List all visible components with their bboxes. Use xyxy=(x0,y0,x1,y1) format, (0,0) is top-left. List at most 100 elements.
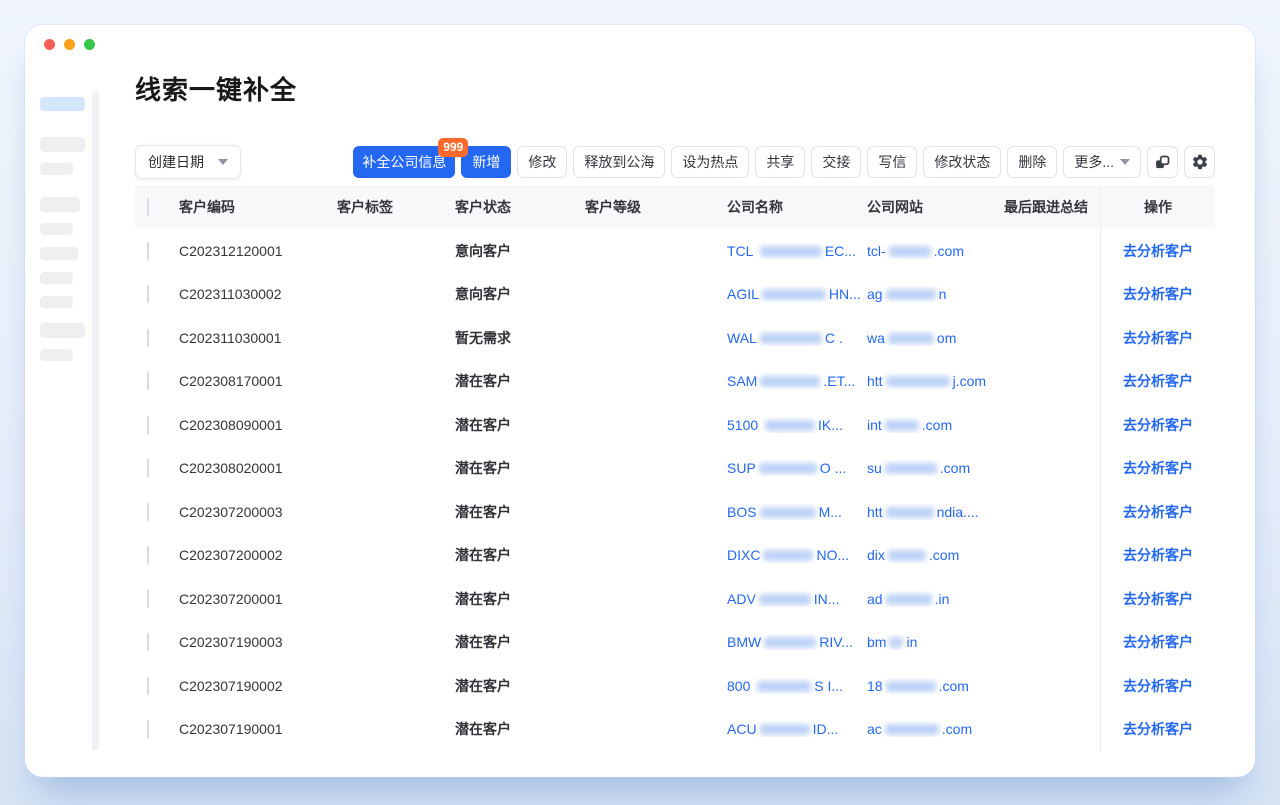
redacted-text xyxy=(888,550,926,561)
customer-code: C202308090001 xyxy=(179,417,337,433)
sidebar-item-skeleton[interactable] xyxy=(40,223,73,235)
row-checkbox[interactable] xyxy=(147,329,149,347)
company-website-link[interactable]: waom xyxy=(867,330,1004,346)
analyze-customer-link[interactable]: 去分析客户 xyxy=(1123,328,1193,348)
redacted-text xyxy=(763,550,813,561)
main-content: 线索一键补全 创建日期 补全公司信息 999 新增 修改释放到公海设为热点共享交… xyxy=(135,70,1215,751)
company-website-link[interactable]: agn xyxy=(867,286,1004,302)
company-website-link[interactable]: 18.com xyxy=(867,678,1004,694)
header-customer-code: 客户编码 xyxy=(179,197,337,217)
swap-view-button[interactable] xyxy=(1147,146,1178,178)
close-window-button[interactable] xyxy=(44,39,55,50)
company-name-link[interactable]: SAM.ET... xyxy=(727,373,867,389)
toolbar-button[interactable]: 交接 xyxy=(811,146,861,178)
chevron-down-icon xyxy=(1120,159,1130,165)
row-checkbox[interactable] xyxy=(147,372,149,390)
table-row: C202307190001 潜在客户 ACUID... ac.com 去分析客户 xyxy=(135,708,1215,752)
company-name-link[interactable]: TCL EC... xyxy=(727,243,867,259)
analyze-customer-link[interactable]: 去分析客户 xyxy=(1123,502,1193,522)
row-checkbox[interactable] xyxy=(147,590,149,608)
toolbar-button[interactable]: 释放到公海 xyxy=(573,146,665,178)
customer-status: 潜在客户 xyxy=(455,719,585,739)
header-actions: 操作 xyxy=(1100,185,1215,229)
row-checkbox[interactable] xyxy=(147,285,149,303)
sidebar-item-skeleton[interactable] xyxy=(40,296,73,308)
row-checkbox[interactable] xyxy=(147,720,149,738)
company-name-link[interactable]: ACUID... xyxy=(727,721,867,737)
toolbar-button[interactable]: 共享 xyxy=(755,146,805,178)
analyze-customer-link[interactable]: 去分析客户 xyxy=(1123,719,1193,739)
sidebar-item-active-skeleton[interactable] xyxy=(40,97,85,111)
row-checkbox[interactable] xyxy=(147,546,149,564)
row-checkbox[interactable] xyxy=(147,503,149,521)
redacted-text xyxy=(889,637,903,648)
customer-status: 潜在客户 xyxy=(455,502,585,522)
company-name-link[interactable]: BMWRIV... xyxy=(727,634,867,650)
window-titlebar xyxy=(25,25,1255,69)
analyze-customer-link[interactable]: 去分析客户 xyxy=(1123,632,1193,652)
sidebar-item-skeleton[interactable] xyxy=(40,272,73,284)
analyze-customer-link[interactable]: 去分析客户 xyxy=(1123,458,1193,478)
toolbar-button[interactable]: 修改状态 xyxy=(923,146,1001,178)
analyze-customer-link[interactable]: 去分析客户 xyxy=(1123,589,1193,609)
row-checkbox[interactable] xyxy=(147,677,149,695)
settings-button[interactable] xyxy=(1184,146,1215,178)
minimize-window-button[interactable] xyxy=(64,39,75,50)
company-website-link[interactable]: int.com xyxy=(867,417,1004,433)
create-date-filter-select[interactable]: 创建日期 xyxy=(135,145,241,179)
analyze-customer-link[interactable]: 去分析客户 xyxy=(1123,284,1193,304)
company-website-link[interactable]: su.com xyxy=(867,460,1004,476)
sidebar-item-skeleton[interactable] xyxy=(40,197,80,212)
header-customer-status: 客户状态 xyxy=(455,197,585,217)
analyze-customer-link[interactable]: 去分析客户 xyxy=(1123,241,1193,261)
sidebar-skeleton xyxy=(25,69,117,777)
maximize-window-button[interactable] xyxy=(84,39,95,50)
customer-status: 潜在客户 xyxy=(455,545,585,565)
company-name-link[interactable]: AGILHN... xyxy=(727,286,867,302)
company-website-link[interactable]: httj.com xyxy=(867,373,1004,389)
company-website-link[interactable]: dix.com xyxy=(867,547,1004,563)
customer-status: 潜在客户 xyxy=(455,371,585,391)
complete-company-info-button[interactable]: 补全公司信息 999 xyxy=(353,146,455,178)
toolbar: 创建日期 补全公司信息 999 新增 修改释放到公海设为热点共享交接写信修改状态… xyxy=(135,145,1215,179)
row-checkbox[interactable] xyxy=(147,242,149,260)
toolbar-button[interactable]: 写信 xyxy=(867,146,917,178)
customer-status: 潜在客户 xyxy=(455,632,585,652)
row-checkbox[interactable] xyxy=(147,416,149,434)
analyze-customer-link[interactable]: 去分析客户 xyxy=(1123,415,1193,435)
redacted-text xyxy=(886,681,936,692)
company-name-link[interactable]: ADVIN... xyxy=(727,591,867,607)
analyze-customer-link[interactable]: 去分析客户 xyxy=(1123,371,1193,391)
company-name-link[interactable]: SUPO ... xyxy=(727,460,867,476)
swap-view-icon xyxy=(1154,154,1171,171)
company-name-link[interactable]: 5100 IK... xyxy=(727,417,867,433)
company-website-link[interactable]: ad.in xyxy=(867,591,1004,607)
sidebar-item-skeleton[interactable] xyxy=(40,163,73,175)
company-name-link[interactable]: BOSM... xyxy=(727,504,867,520)
customer-code: C202307200003 xyxy=(179,504,337,520)
company-website-link[interactable]: tcl-.com xyxy=(867,243,1004,259)
company-website-link[interactable]: ac.com xyxy=(867,721,1004,737)
company-website-link[interactable]: httndia.... xyxy=(867,504,1004,520)
analyze-customer-link[interactable]: 去分析客户 xyxy=(1123,545,1193,565)
customer-status: 意向客户 xyxy=(455,241,585,261)
company-name-link[interactable]: 800 S I... xyxy=(727,678,867,694)
sidebar-item-skeleton[interactable] xyxy=(40,137,85,152)
redacted-text xyxy=(886,376,950,387)
sidebar-item-skeleton[interactable] xyxy=(40,323,85,338)
table-header-row: 客户编码 客户标签 客户状态 客户等级 公司名称 公司网站 最后跟进总结 操作 xyxy=(135,185,1215,229)
analyze-customer-link[interactable]: 去分析客户 xyxy=(1123,676,1193,696)
add-button[interactable]: 新增 xyxy=(461,146,511,178)
company-name-link[interactable]: WALC . xyxy=(727,330,867,346)
company-name-link[interactable]: DIXCNO... xyxy=(727,547,867,563)
select-all-checkbox[interactable] xyxy=(147,198,149,216)
sidebar-item-skeleton[interactable] xyxy=(40,247,78,260)
toolbar-button[interactable]: 设为热点 xyxy=(671,146,749,178)
row-checkbox[interactable] xyxy=(147,633,149,651)
row-checkbox[interactable] xyxy=(147,459,149,477)
company-website-link[interactable]: bmin xyxy=(867,634,1004,650)
more-button[interactable]: 更多... xyxy=(1063,146,1141,178)
toolbar-button[interactable]: 删除 xyxy=(1007,146,1057,178)
toolbar-button[interactable]: 修改 xyxy=(517,146,567,178)
sidebar-item-skeleton[interactable] xyxy=(40,349,73,361)
